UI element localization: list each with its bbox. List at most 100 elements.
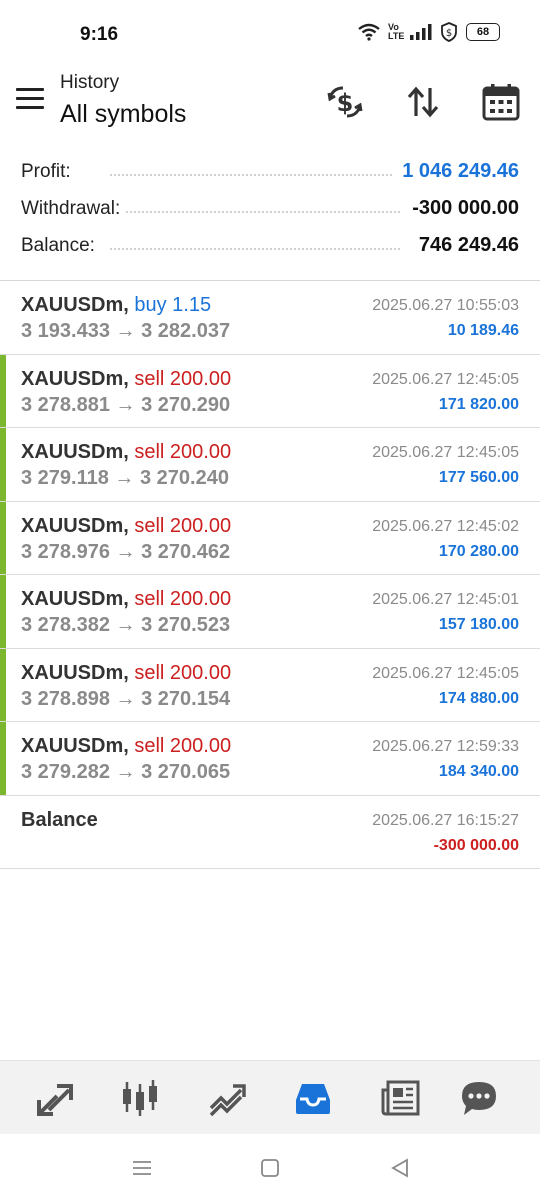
trade-prices: 3 278.881 → 3 270.290 — [21, 393, 231, 416]
trade-row[interactable]: XAUUSDm, sell 200.00 3 278.976 → 3 270.4… — [0, 501, 540, 575]
quotes-icon[interactable] — [35, 1078, 75, 1118]
calendar-icon[interactable] — [481, 82, 521, 122]
trade-icon[interactable] — [207, 1078, 247, 1118]
news-icon[interactable] — [380, 1078, 420, 1118]
trade-prices: 3 279.282 → 3 270.065 — [21, 761, 231, 783]
position-marker — [0, 354, 6, 427]
trade-prices: 3 278.382 → 3 270.523 — [21, 614, 231, 636]
trade-symbol: XAUUSDm, sell 200.00 — [21, 662, 231, 685]
trade-type: sell 200.00 — [134, 514, 232, 537]
trade-row[interactable]: XAUUSDm, sell 200.00 3 278.382 → 3 270.5… — [0, 575, 540, 649]
symbol-text: XAUUSDm, — [21, 661, 129, 684]
trade-type: sell 200.00 — [134, 735, 232, 757]
trade-row[interactable]: XAUUSDm, buy 1.15 3 193.433 → 3 282.037 … — [0, 281, 540, 355]
trade-type: sell 200.00 — [134, 588, 232, 610]
trade-row[interactable]: XAUUSDm, sell 200.00 3 278.898 → 3 270.1… — [0, 648, 540, 722]
trade-time: 2025.06.27 12:45:02 — [372, 517, 519, 535]
dot-leader — [110, 211, 400, 213]
symbol-text: XAUUSDm, — [21, 514, 129, 537]
trade-history-list: XAUUSDm, buy 1.15 3 193.433 → 3 282.037 … — [0, 281, 540, 869]
trade-time: 2025.06.27 12:45:05 — [372, 370, 519, 388]
trade-symbol: XAUUSDm, sell 200.00 — [21, 588, 231, 611]
position-marker — [0, 575, 6, 648]
profit-label: Profit: — [21, 161, 77, 183]
shield-dollar-icon: $ — [441, 22, 457, 42]
app-header: History All symbols $ — [0, 70, 540, 130]
withdrawal-value: -300 000.00 — [404, 197, 519, 220]
trade-symbol: XAUUSDm, buy 1.15 — [21, 294, 211, 317]
balance-operation-row[interactable]: Balance 2025.06.27 16:15:27 -300 000.00 — [0, 796, 540, 869]
trade-profit: 177 560.00 — [438, 469, 519, 486]
trade-profit: 170 280.00 — [438, 542, 519, 560]
trade-prices: 3 278.898 → 3 270.154 — [21, 687, 231, 710]
trade-row[interactable]: XAUUSDm, sell 200.00 3 278.881 → 3 270.2… — [0, 354, 540, 428]
status-time: 9:16 — [80, 24, 119, 45]
signal-icon — [410, 24, 432, 40]
trade-profit: 157 180.00 — [438, 616, 519, 633]
position-marker — [0, 501, 6, 574]
trade-prices: 3 279.118 → 3 270.240 — [21, 467, 229, 489]
chart-candles-icon[interactable] — [120, 1078, 160, 1118]
trade-time: 2025.06.27 12:45:05 — [372, 444, 519, 461]
symbol-text: XAUUSDm, — [21, 441, 129, 463]
symbol-text: XAUUSDm, — [21, 588, 129, 610]
symbol-filter[interactable]: All symbols — [60, 100, 186, 129]
trade-prices: 3 193.433 → 3 282.037 — [21, 320, 231, 342]
dot-leader — [110, 248, 400, 250]
position-marker — [0, 648, 6, 721]
header-subtitle: History — [60, 72, 120, 93]
symbol-text: XAUUSDm, — [21, 735, 129, 757]
bottom-navigation — [0, 1060, 540, 1134]
symbol-text: XAUUSDm, — [21, 367, 129, 390]
balance-row: Balance: 746 249.46 — [0, 229, 540, 266]
recent-apps-icon[interactable] — [130, 1156, 154, 1180]
status-bar: 9:16 Vo LTE $ 68 — [0, 0, 540, 70]
wifi-icon — [358, 23, 380, 41]
svg-text:$: $ — [446, 28, 452, 39]
currency-exchange-icon[interactable]: $ — [325, 82, 365, 122]
status-icons: Vo LTE $ 68 — [358, 22, 500, 42]
trade-row[interactable]: XAUUSDm, sell 200.00 3 279.282 → 3 270.0… — [0, 722, 540, 796]
trade-symbol: XAUUSDm, sell 200.00 — [21, 368, 231, 391]
account-summary: Profit: 1 046 249.46 Withdrawal: -300 00… — [0, 155, 540, 266]
volte-indicator: Vo LTE — [388, 22, 405, 41]
trade-time: 2025.06.27 12:45:01 — [372, 591, 519, 608]
balance-label: Balance: — [21, 235, 101, 257]
balance-entry-amount: -300 000.00 — [433, 836, 519, 854]
home-icon[interactable] — [258, 1156, 282, 1180]
system-navigation-bar — [0, 1134, 540, 1200]
menu-icon[interactable] — [16, 88, 44, 110]
symbol-text: XAUUSDm, — [21, 294, 129, 316]
trade-profit: 174 880.00 — [438, 689, 519, 707]
trade-type: sell 200.00 — [134, 441, 232, 463]
trade-symbol: XAUUSDm, sell 200.00 — [21, 735, 231, 758]
trade-time: 2025.06.27 12:59:33 — [372, 738, 519, 755]
trade-row[interactable]: XAUUSDm, sell 200.00 3 279.118 → 3 270.2… — [0, 428, 540, 502]
trade-prices: 3 278.976 → 3 270.462 — [21, 540, 231, 563]
trade-type: sell 200.00 — [134, 367, 232, 390]
balance-entry-label: Balance — [21, 808, 98, 831]
trade-symbol: XAUUSDm, sell 200.00 — [21, 515, 231, 538]
position-marker — [0, 722, 6, 795]
svg-text:$: $ — [337, 89, 354, 117]
sort-icon[interactable] — [403, 82, 443, 122]
history-inbox-icon[interactable] — [293, 1078, 333, 1118]
trade-type: buy 1.15 — [134, 294, 212, 316]
trade-profit: 171 820.00 — [438, 395, 519, 413]
trade-time: 2025.06.27 10:55:03 — [372, 297, 519, 314]
trade-profit: 10 189.46 — [447, 322, 519, 339]
dot-leader — [110, 174, 400, 176]
trade-profit: 184 340.00 — [438, 763, 519, 780]
trade-time: 2025.06.27 12:45:05 — [372, 664, 519, 682]
trade-symbol: XAUUSDm, sell 200.00 — [21, 441, 231, 464]
withdrawal-label: Withdrawal: — [21, 198, 127, 220]
profit-value: 1 046 249.46 — [394, 160, 519, 183]
balance-value: 746 249.46 — [410, 234, 519, 257]
balance-entry-time: 2025.06.27 16:15:27 — [372, 811, 519, 829]
position-marker — [0, 428, 6, 501]
profit-row: Profit: 1 046 249.46 — [0, 155, 540, 192]
back-icon[interactable] — [388, 1156, 412, 1180]
chat-icon[interactable] — [459, 1078, 499, 1118]
withdrawal-row: Withdrawal: -300 000.00 — [0, 192, 540, 229]
battery-indicator: 68 — [466, 23, 500, 41]
